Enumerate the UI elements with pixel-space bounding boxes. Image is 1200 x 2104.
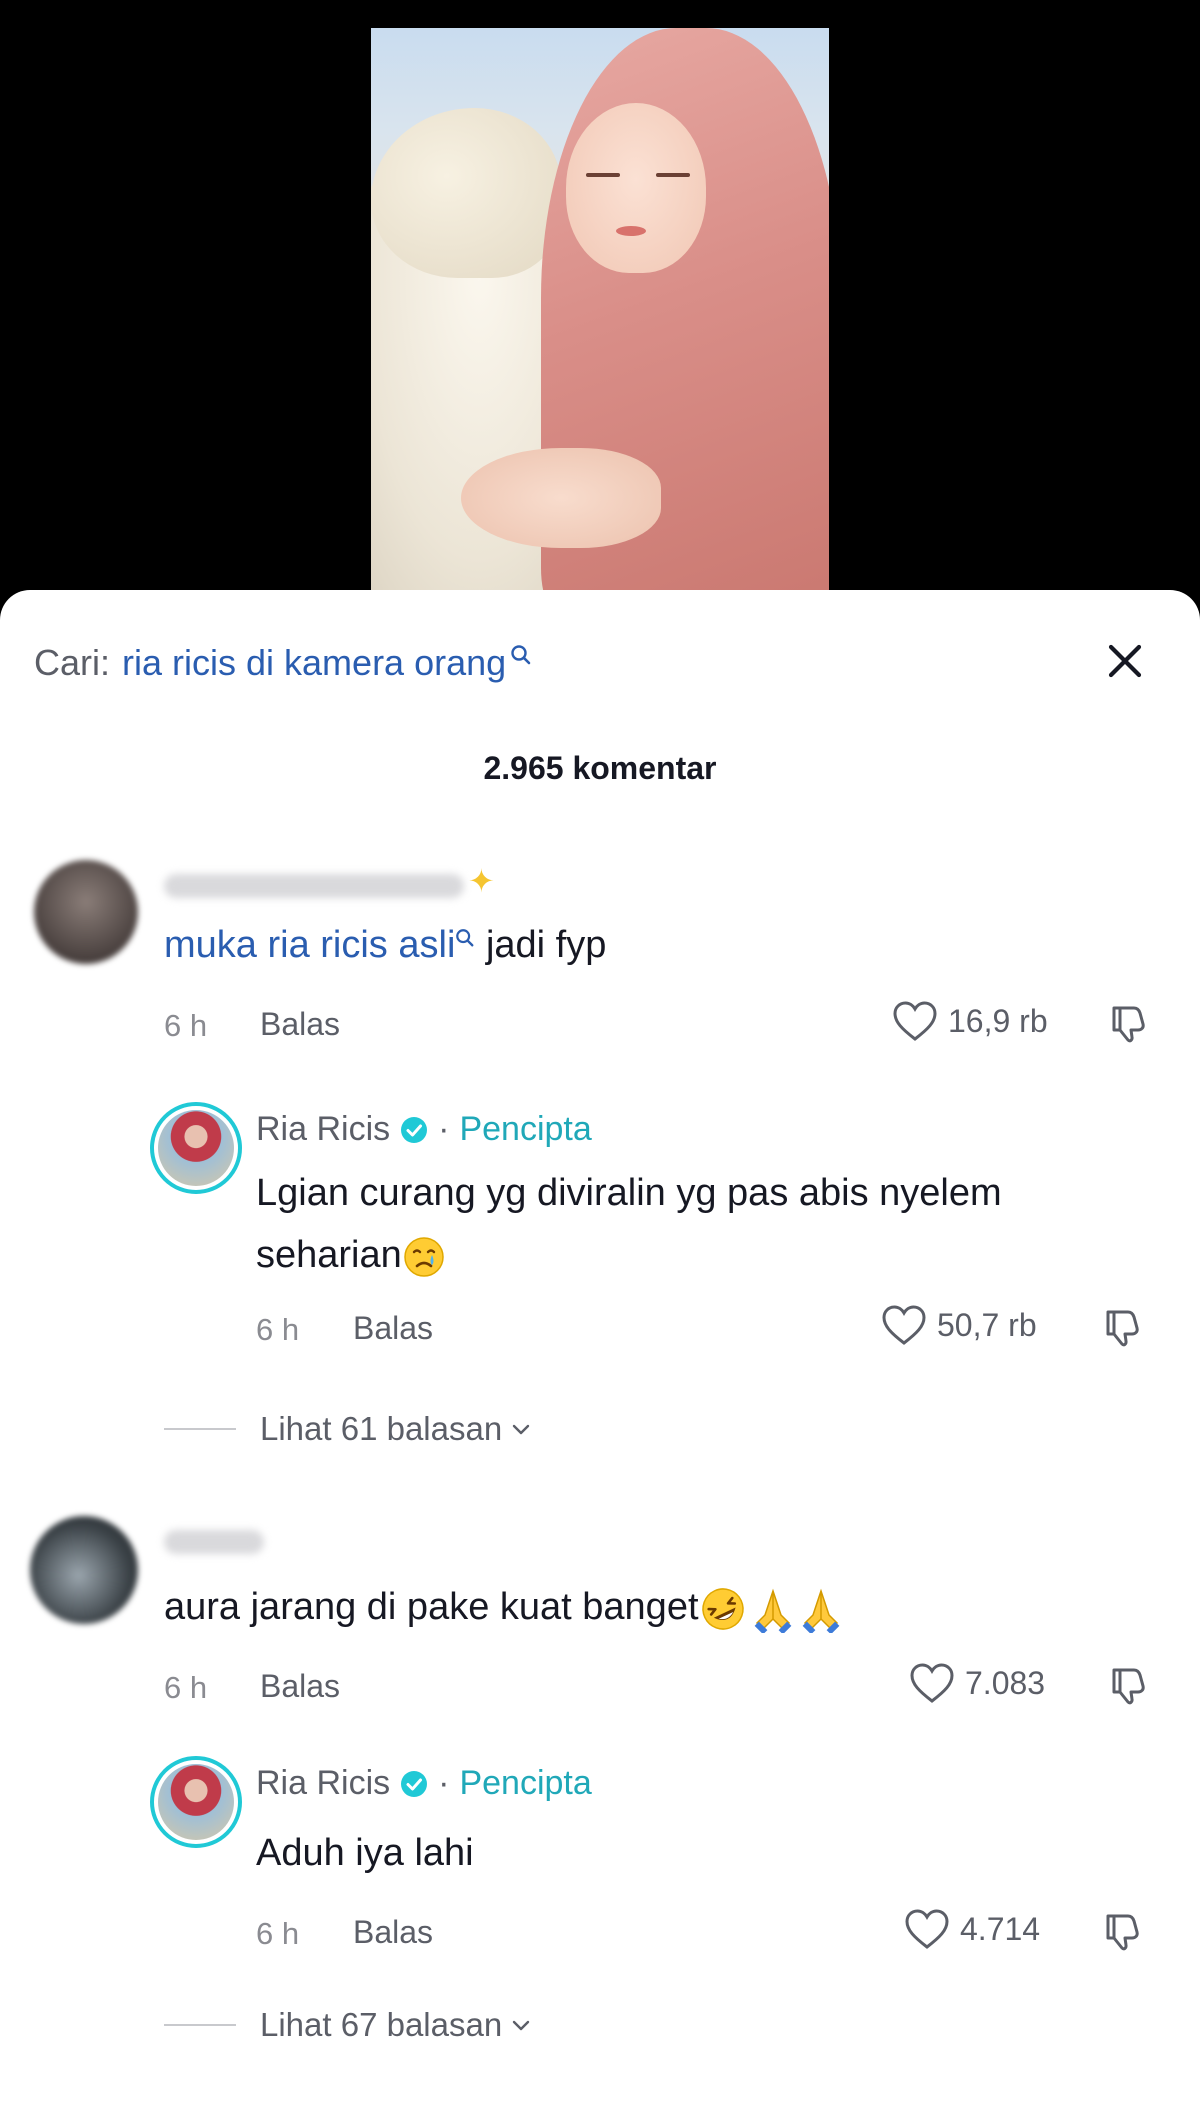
search-icon xyxy=(511,645,531,665)
separator-dot: · xyxy=(438,1764,450,1802)
reply-button[interactable]: Balas xyxy=(353,1310,433,1347)
creator-name-row: Ria Ricis · Pencipta xyxy=(256,1110,592,1149)
search-query-link[interactable]: ria ricis di kamera orang xyxy=(122,642,506,684)
chevron-down-icon xyxy=(513,1424,530,1435)
dislike-icon[interactable] xyxy=(1100,1306,1144,1350)
dislike-icon[interactable] xyxy=(1100,1910,1144,1954)
chevron-down-icon xyxy=(513,2020,530,2031)
view-replies-button[interactable]: Lihat 61 balasan xyxy=(164,1410,532,1448)
close-button[interactable] xyxy=(1098,634,1152,688)
divider-line xyxy=(164,2024,236,2026)
search-prefix: Cari: xyxy=(34,642,111,683)
comment-body: aura jarang di pake kuat banget xyxy=(164,1586,699,1628)
creator-name-row: Ria Ricis · Pencipta xyxy=(256,1764,592,1803)
heart-icon xyxy=(905,1909,949,1949)
view-replies-label: Lihat 61 balasan xyxy=(260,1410,503,1447)
like-count: 16,9 rb xyxy=(948,1002,1048,1039)
like-button[interactable]: 16,9 rb xyxy=(892,1000,1048,1042)
comment-count: 2.965 komentar xyxy=(483,750,717,786)
avatar[interactable] xyxy=(34,860,138,964)
comment-body: jadi fyp xyxy=(475,924,607,966)
creator-username[interactable]: Ria Ricis xyxy=(256,1110,390,1149)
search-mention-link[interactable]: muka ria ricis asli xyxy=(164,924,455,966)
like-button[interactable]: 4.714 xyxy=(904,1908,1040,1950)
rofl-emoji xyxy=(701,1588,744,1630)
search-suggestion[interactable]: Cari: ria ricis di kamera orang xyxy=(34,638,532,688)
comment-time: 6 h xyxy=(164,1670,208,1705)
search-icon xyxy=(456,929,474,947)
reply-button[interactable]: Balas xyxy=(260,1006,340,1043)
like-button[interactable]: 7.083 xyxy=(909,1662,1045,1704)
comment-text: muka ria ricis asli jadi fyp xyxy=(164,918,606,972)
heart-icon xyxy=(893,1001,937,1041)
comment-time: 6 h xyxy=(164,1008,208,1043)
like-button[interactable]: 50,7 rb xyxy=(881,1304,1037,1346)
verified-icon xyxy=(401,1116,428,1143)
close-icon xyxy=(1108,644,1142,678)
dislike-icon[interactable] xyxy=(1106,1002,1150,1046)
reply-time: 6 h xyxy=(256,1916,300,1951)
divider-line xyxy=(164,1428,236,1430)
reply-text: Aduh iya lahi xyxy=(256,1832,474,1874)
view-replies-label: Lihat 67 balasan xyxy=(260,2006,503,2043)
comment-text: aura jarang di pake kuat banget xyxy=(164,1580,845,1634)
video-area xyxy=(0,0,1200,600)
reply-text: Lgian curang yg diviralin yg pas abis ny… xyxy=(256,1162,1156,1286)
like-count: 7.083 xyxy=(965,1664,1046,1701)
creator-avatar[interactable] xyxy=(150,1756,242,1848)
separator-dot: · xyxy=(438,1110,450,1148)
reply-time: 6 h xyxy=(256,1312,300,1347)
like-count: 4.714 xyxy=(960,1910,1041,1947)
reply-button[interactable]: Balas xyxy=(353,1914,433,1951)
creator-badge: Pencipta xyxy=(459,1110,592,1148)
creator-username[interactable]: Ria Ricis xyxy=(256,1764,390,1803)
heart-icon xyxy=(882,1305,926,1345)
folded-hands-emoji xyxy=(802,1588,839,1633)
verified-icon xyxy=(401,1770,428,1797)
username-blurred[interactable] xyxy=(164,874,464,898)
folded-hands-emoji xyxy=(754,1588,791,1633)
creator-avatar[interactable] xyxy=(150,1102,242,1194)
dislike-icon[interactable] xyxy=(1106,1664,1150,1708)
reply-button[interactable]: Balas xyxy=(260,1668,340,1705)
creator-badge: Pencipta xyxy=(459,1764,592,1802)
heart-icon xyxy=(910,1663,954,1703)
avatar[interactable] xyxy=(30,1516,138,1624)
comments-sheet: Cari: ria ricis di kamera orang 2.965 ko… xyxy=(0,590,1200,2104)
video-thumbnail[interactable] xyxy=(371,28,829,600)
like-count: 50,7 rb xyxy=(937,1306,1037,1343)
crying-face-emoji xyxy=(404,1237,444,1277)
username-blurred[interactable] xyxy=(164,1530,264,1554)
view-replies-button[interactable]: Lihat 67 balasan xyxy=(164,2006,532,2044)
sparkle-emoji: ✦ xyxy=(468,863,495,899)
